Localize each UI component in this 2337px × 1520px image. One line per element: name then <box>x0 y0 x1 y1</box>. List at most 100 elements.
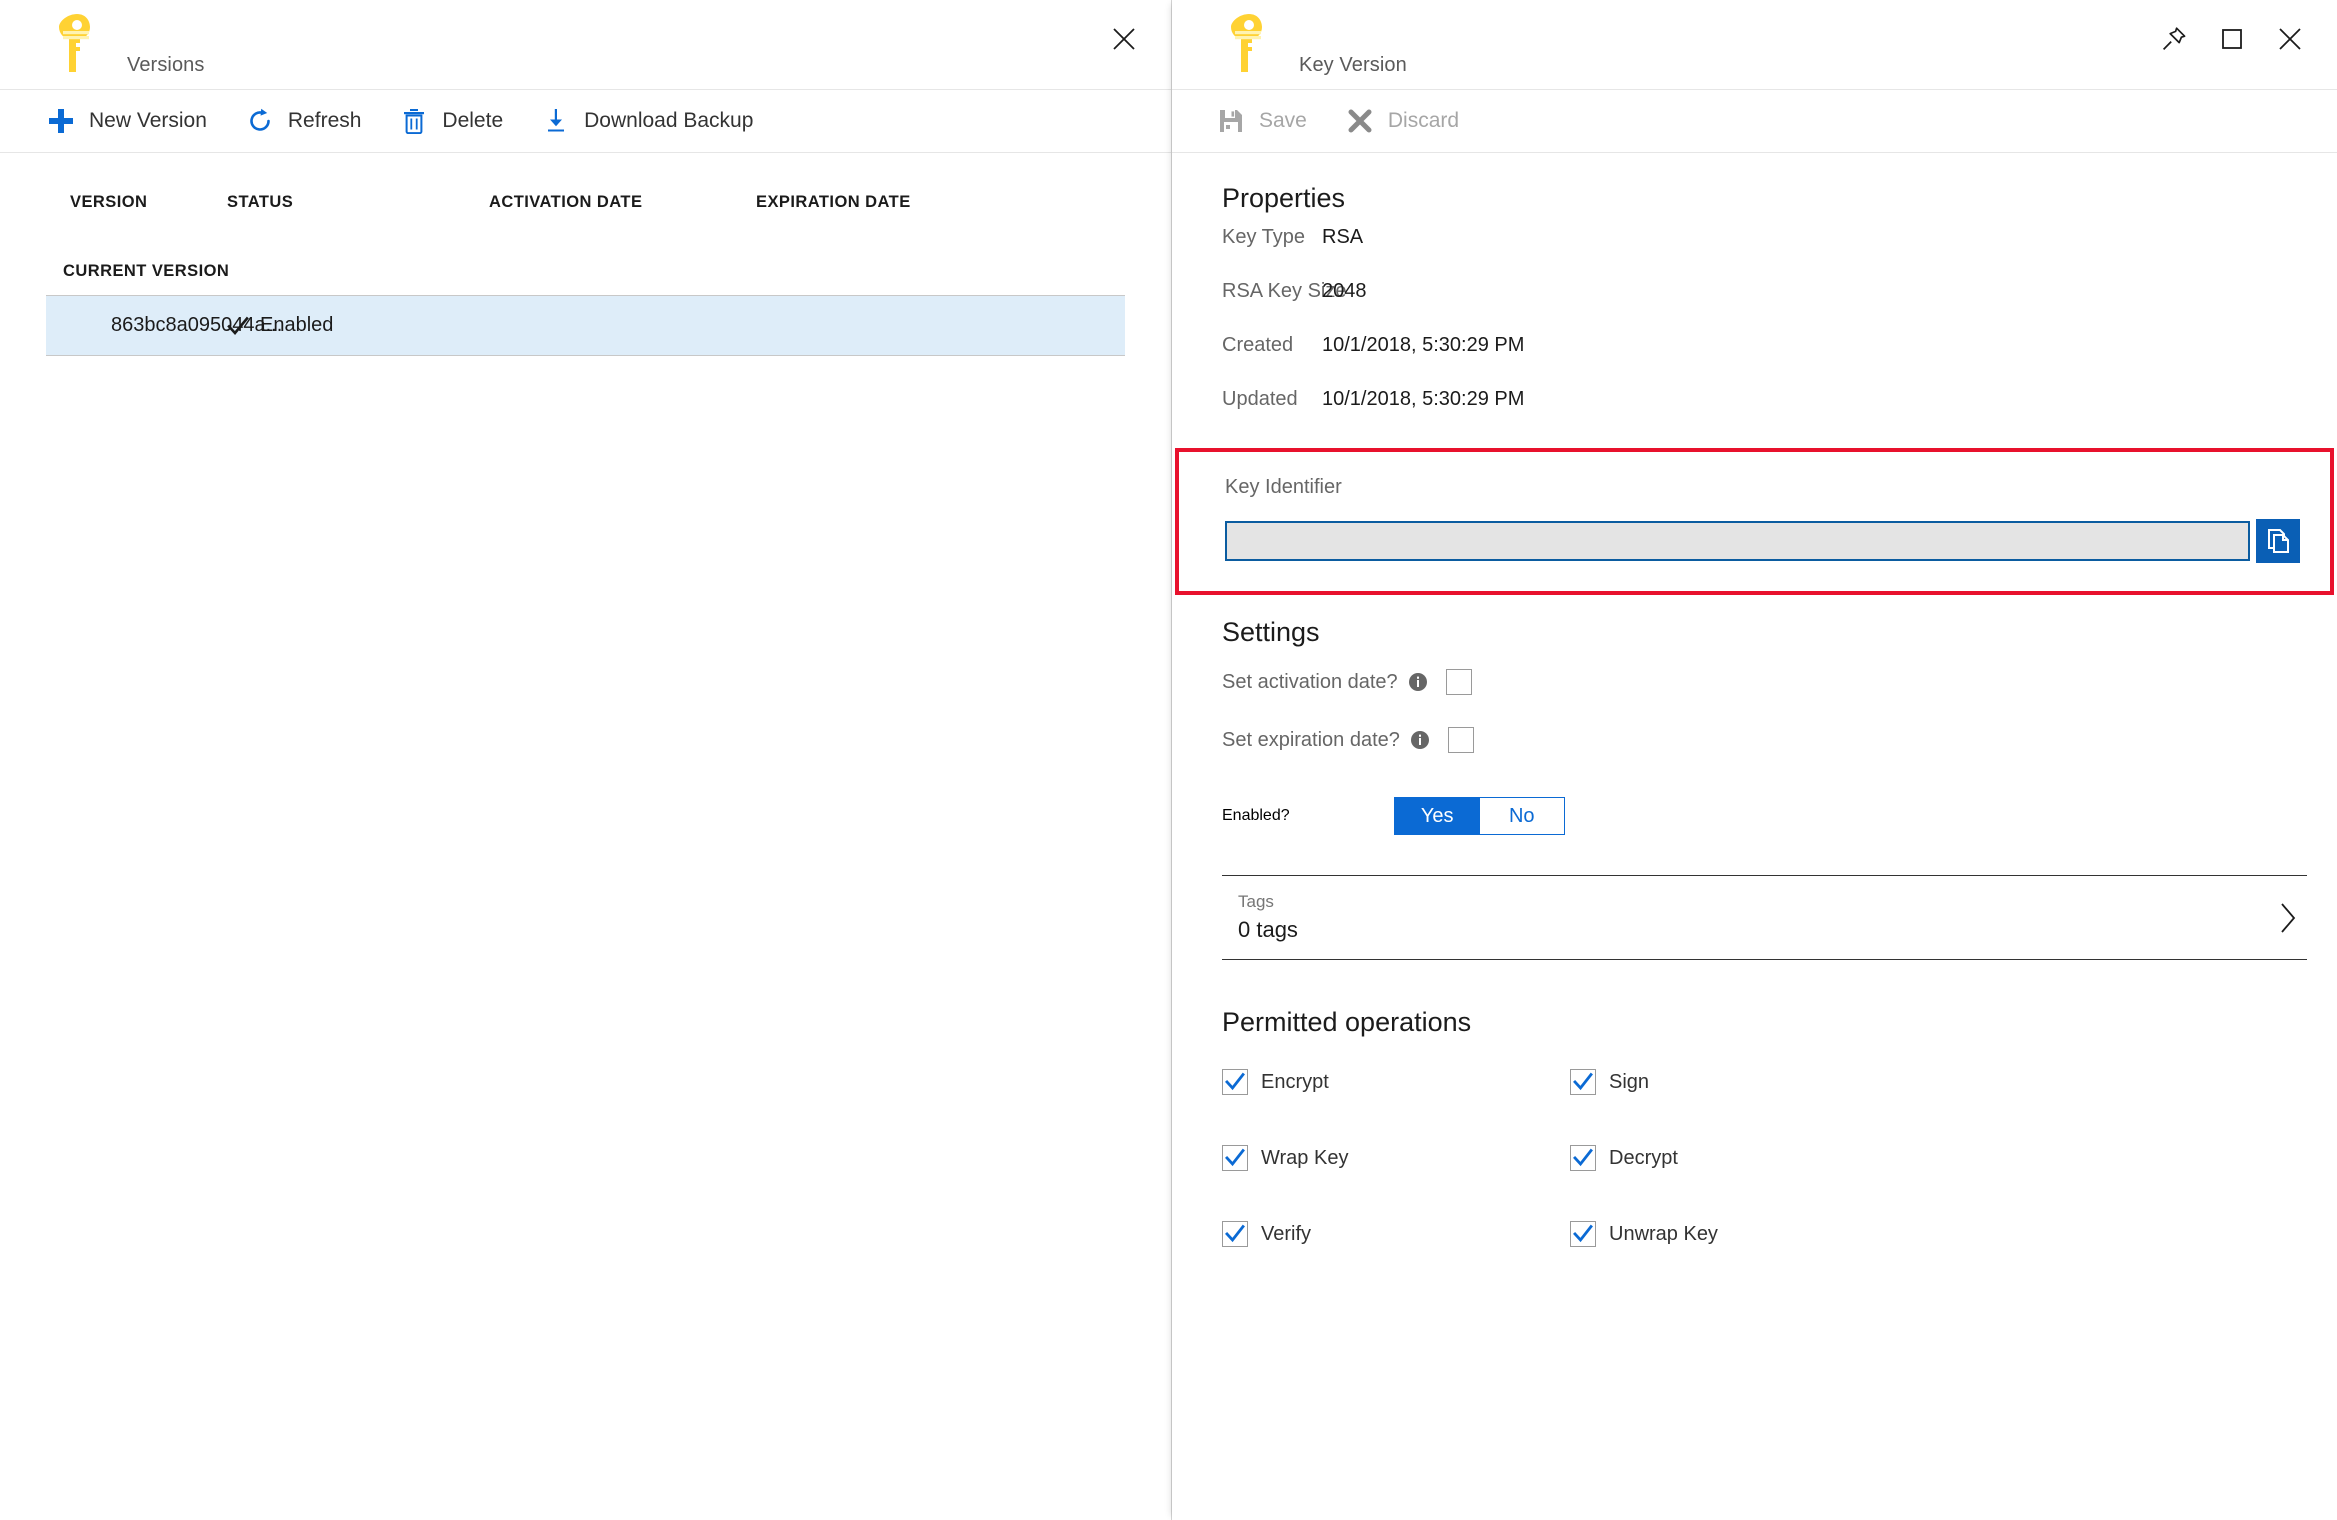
property-label: RSA Key Size <box>1222 280 1347 302</box>
set-expiration-date-checkbox[interactable] <box>1447 727 1474 753</box>
checkbox-checked-icon[interactable] <box>1222 1221 1248 1247</box>
property-value: 10/1/2018, 5:30:29 PM <box>1322 388 1525 410</box>
column-header-activation-date: ACTIVATION DATE <box>489 193 643 211</box>
key-version-toolbar: Save Discard <box>1172 90 2337 153</box>
property-value: 10/1/2018, 5:30:29 PM <box>1322 334 1525 356</box>
settings-section: Settings Set activation date? Set expira… <box>1172 595 2337 842</box>
refresh-label: Refresh <box>287 109 362 132</box>
column-header-status: STATUS <box>227 193 294 211</box>
enabled-row: Enabled? Yes No <box>1222 790 2337 842</box>
operation-label: Sign <box>1609 1070 1650 1093</box>
set-activation-date-row: Set activation date? <box>1222 658 2337 706</box>
operation-label: Verify <box>1261 1222 1312 1245</box>
key-version-blade: Key Version Save Discard Properties Key … <box>1172 0 2337 1520</box>
settings-heading: Settings <box>1222 617 1320 647</box>
checkbox-checked-icon[interactable] <box>1570 1221 1596 1247</box>
info-icon[interactable] <box>1408 672 1428 692</box>
save-icon <box>1214 106 1248 136</box>
page-title: Versions <box>127 54 205 76</box>
versions-toolbar: New Version Refresh Delete Download Back… <box>0 90 1171 153</box>
set-activation-date-checkbox[interactable] <box>1445 669 1472 695</box>
permitted-operations-section: Permitted operations Encrypt Sign Wrap K… <box>1172 960 2337 1284</box>
key-identifier-row <box>1225 519 2300 563</box>
enabled-toggle-no[interactable]: No <box>1479 798 1564 834</box>
checkbox-checked-icon[interactable] <box>1222 1145 1248 1171</box>
versions-window-controls <box>1095 14 1153 64</box>
discard-icon <box>1343 106 1377 136</box>
property-created: Created 10/1/2018, 5:30:29 PM <box>1222 334 2337 376</box>
save-label: Save <box>1259 109 1307 132</box>
key-version-blade-header: Key Version <box>1172 0 2337 90</box>
key-icon <box>47 12 91 74</box>
discard-label: Discard <box>1387 109 1460 132</box>
row-status: Enabled <box>227 314 333 337</box>
new-version-button[interactable]: New Version <box>44 97 221 145</box>
refresh-button[interactable]: Refresh <box>243 97 376 145</box>
trash-icon <box>397 106 431 136</box>
tags-value: 0 tags <box>1238 917 1298 942</box>
column-header-version: VERSION <box>70 193 148 211</box>
key-identifier-input[interactable] <box>1225 521 2250 561</box>
close-icon[interactable] <box>2261 14 2319 64</box>
checkbox-checked-icon[interactable] <box>1570 1069 1596 1095</box>
row-status-label: Enabled <box>260 314 334 336</box>
set-activation-date-label: Set activation date? <box>1222 670 1398 693</box>
enabled-label: Enabled? <box>1222 807 1290 824</box>
property-value: 2048 <box>1322 280 1367 302</box>
operation-sign[interactable]: Sign <box>1570 1056 1918 1108</box>
copy-icon[interactable] <box>2256 519 2300 563</box>
operation-encrypt[interactable]: Encrypt <box>1222 1056 1570 1108</box>
discard-button[interactable]: Discard <box>1343 97 1473 145</box>
operation-label: Decrypt <box>1609 1146 1678 1169</box>
plus-icon <box>44 106 78 136</box>
page-title: Key Version <box>1299 54 1407 76</box>
property-label: Created <box>1222 334 1294 356</box>
checkbox-checked-icon[interactable] <box>1570 1145 1596 1171</box>
delete-button[interactable]: Delete <box>397 97 517 145</box>
current-version-group-label: CURRENT VERSION <box>63 262 230 280</box>
property-label: Updated <box>1222 388 1298 410</box>
enabled-toggle[interactable]: Yes No <box>1394 797 1565 835</box>
versions-blade: Versions New Version Refresh Delete Down… <box>0 0 1172 1520</box>
permitted-operations-grid: Encrypt Sign Wrap Key Decrypt Verify Unw… <box>1222 1056 2122 1284</box>
permitted-operations-heading: Permitted operations <box>1222 1007 1472 1037</box>
set-expiration-date-row: Set expiration date? <box>1222 716 2337 764</box>
enabled-toggle-yes[interactable]: Yes <box>1395 798 1480 834</box>
new-version-label: New Version <box>89 109 207 132</box>
property-label: Key Type <box>1222 226 1306 248</box>
info-icon[interactable] <box>1410 730 1430 750</box>
operation-label: Encrypt <box>1261 1070 1329 1093</box>
tags-row[interactable]: Tags 0 tags <box>1222 875 2307 960</box>
versions-blade-header: Versions <box>0 0 1171 90</box>
key-identifier-highlight: Key Identifier <box>1175 448 2334 595</box>
row-version-value: 863bc8a095044a... <box>111 314 283 336</box>
tags-texts: Tags 0 tags <box>1238 892 2277 943</box>
operation-decrypt[interactable]: Decrypt <box>1570 1132 1918 1184</box>
properties-heading: Properties <box>1222 183 1346 213</box>
refresh-icon <box>243 106 277 136</box>
operation-wrap-key[interactable]: Wrap Key <box>1222 1132 1570 1184</box>
property-rsa-key-size: RSA Key Size 2048 <box>1222 280 2337 322</box>
key-icon <box>1219 12 1263 74</box>
download-backup-label: Download Backup <box>584 109 754 132</box>
maximize-icon[interactable] <box>2203 14 2261 64</box>
delete-label: Delete <box>442 109 504 132</box>
key-version-body: Properties Key Type RSA RSA Key Size 204… <box>1172 153 2337 1284</box>
property-key-type: Key Type RSA <box>1222 226 2337 268</box>
pin-icon[interactable] <box>2145 14 2203 64</box>
save-button[interactable]: Save <box>1214 97 1321 145</box>
property-updated: Updated 10/1/2018, 5:30:29 PM <box>1222 388 2337 430</box>
tags-label: Tags <box>1238 892 1274 911</box>
table-row[interactable]: 863bc8a095044a... Enabled <box>46 295 1125 356</box>
operation-label: Wrap Key <box>1261 1146 1349 1169</box>
set-expiration-date-label: Set expiration date? <box>1222 728 1400 751</box>
checkbox-checked-icon[interactable] <box>1222 1069 1248 1095</box>
download-backup-button[interactable]: Download Backup <box>539 97 767 145</box>
operation-unwrap-key[interactable]: Unwrap Key <box>1570 1208 1918 1260</box>
versions-table-header: VERSION STATUS ACTIVATION DATE EXPIRATIO… <box>0 153 1171 229</box>
chevron-right-icon[interactable] <box>2277 901 2307 935</box>
close-icon[interactable] <box>1095 14 1153 64</box>
operation-verify[interactable]: Verify <box>1222 1208 1570 1260</box>
download-icon <box>539 106 573 136</box>
properties-section: Properties Key Type RSA RSA Key Size 204… <box>1172 153 2337 430</box>
